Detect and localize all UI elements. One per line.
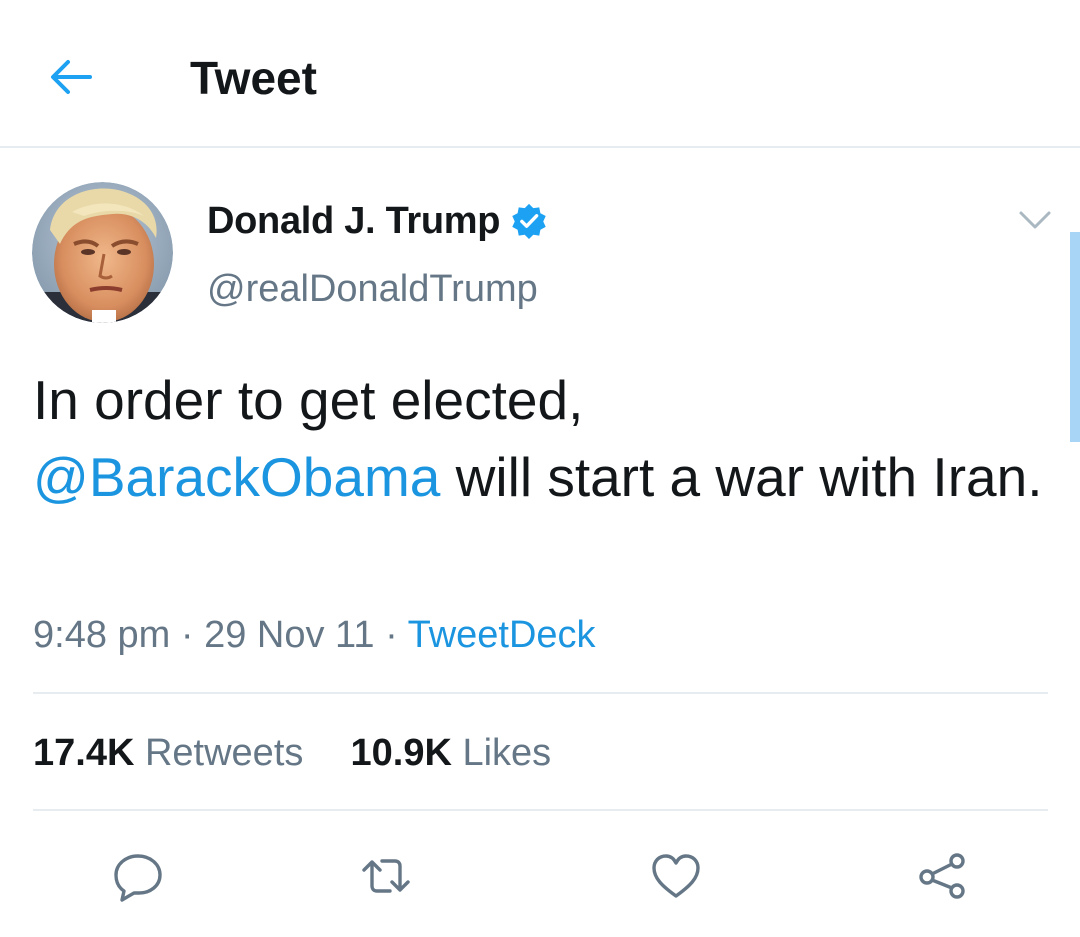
scrollbar[interactable] (1070, 232, 1080, 442)
likes-stat[interactable]: 10.9K Likes (351, 732, 552, 774)
tweet-text-line1: In order to get elected, (33, 369, 584, 431)
divider (33, 692, 1048, 694)
reply-button[interactable] (110, 848, 166, 904)
author-name[interactable]: Donald J. Trump (207, 196, 501, 246)
tweet-stats: 17.4K Retweets 10.9K Likes (33, 728, 551, 778)
share-icon (919, 853, 965, 899)
tweet-date: 29 Nov 11 (204, 614, 375, 656)
likes-count: 10.9K (350, 732, 452, 774)
like-button[interactable] (648, 848, 704, 904)
tweet-menu-button[interactable] (1015, 204, 1055, 234)
retweet-icon (362, 859, 410, 893)
tweet-text: In order to get elected, @BarackObama wil… (33, 362, 1043, 516)
reply-icon (114, 854, 162, 902)
divider (33, 809, 1048, 811)
retweets-label: Retweets (144, 732, 304, 774)
heart-icon (652, 854, 700, 898)
share-button[interactable] (914, 848, 970, 904)
meta-separator: · (180, 614, 194, 656)
author-row[interactable]: Donald J. Trump (207, 196, 548, 246)
tweet-source-link[interactable]: TweetDeck (408, 614, 596, 656)
page-title: Tweet (190, 52, 317, 104)
tweet-meta: 9:48 pm · 29 Nov 11 · TweetDeck (33, 610, 596, 660)
meta-separator: · (385, 614, 398, 656)
profile-photo (32, 182, 173, 323)
likes-label: Likes (462, 732, 552, 774)
arrow-left-icon (51, 60, 92, 94)
retweet-button[interactable] (358, 848, 414, 904)
author-handle[interactable]: @realDonaldTrump (207, 264, 538, 314)
tweet-text-rest: will start a war with Iran. (440, 446, 1043, 508)
chevron-down-icon (1019, 211, 1051, 229)
verified-badge-icon (512, 203, 546, 240)
retweets-count: 17.4K (33, 732, 135, 774)
back-button[interactable] (46, 52, 96, 102)
retweets-stat[interactable]: 17.4K Retweets (33, 732, 303, 774)
mention-link[interactable]: @BarackObama (33, 446, 440, 508)
top-bar: Tweet (0, 0, 1080, 148)
avatar[interactable] (32, 182, 173, 323)
tweet-time: 9:48 pm (33, 614, 171, 656)
